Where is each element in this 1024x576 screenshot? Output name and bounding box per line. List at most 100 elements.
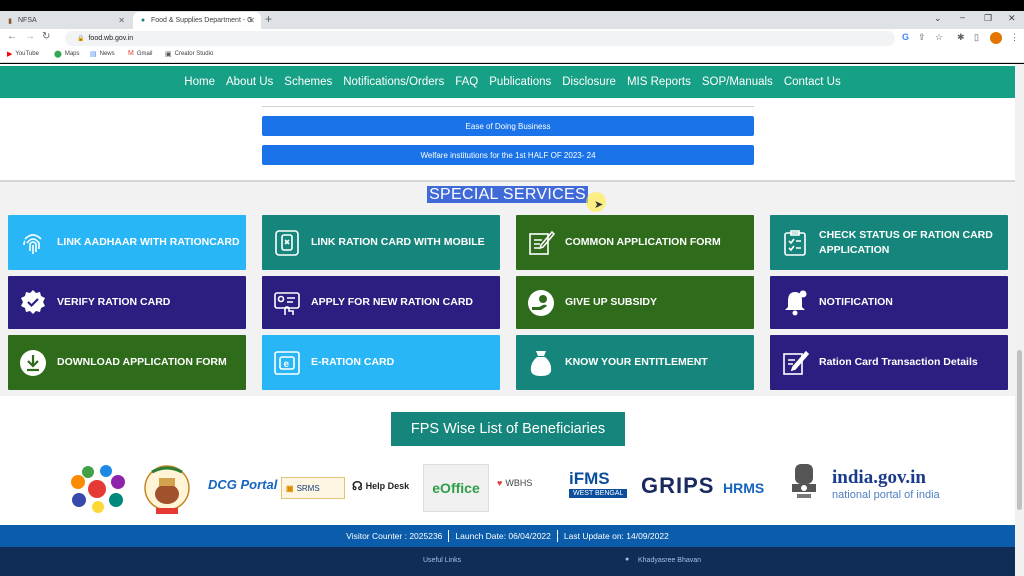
main-navigation: Home About Us Schemes Notifications/Orde… (0, 66, 1015, 98)
back-icon[interactable]: ← (7, 31, 17, 42)
download-icon (18, 348, 48, 378)
help-desk-logo[interactable]: ☊ Help Desk (352, 479, 409, 493)
card-label: VERIFY RATION CARD (57, 296, 171, 308)
bookmark-youtube[interactable]: ▶ YouTube (7, 50, 39, 58)
common-application-form-card[interactable]: COMMON APPLICATION FORM (516, 215, 754, 270)
verified-badge-icon (18, 288, 48, 318)
khadyasree-bhavan-text: Khadyasree Bhavan (638, 557, 702, 564)
india-gov-text: india.gov.in (832, 467, 926, 488)
grips-logo[interactable]: GRIPS (641, 473, 714, 499)
link-aadhaar-card[interactable]: LINK AADHAAR WITH RATIONCARD (8, 215, 246, 270)
scrollbar-thumb[interactable] (1017, 350, 1022, 510)
minimize-icon[interactable]: – (960, 12, 965, 22)
ifms-logo[interactable]: iFMS WEST BENGAL (569, 469, 628, 498)
card-label: NOTIFICATION (819, 296, 893, 308)
google-icon[interactable]: G (902, 32, 909, 42)
india-gov-logo[interactable]: india.gov.in national portal of india (832, 467, 940, 501)
card-label: CHECK STATUS OF RATION CARD APPLICATION (819, 228, 993, 256)
dcg-portal-logo[interactable]: DCG Portal (208, 477, 277, 492)
nav-notifications-orders[interactable]: Notifications/Orders (343, 76, 444, 88)
give-up-subsidy-card[interactable]: GIVE UP SUBSIDY (516, 276, 754, 329)
new-tab-icon[interactable]: + (265, 12, 272, 26)
special-services-heading: SPECIAL SERVICES (0, 186, 1015, 204)
bookmark-label: News (99, 51, 115, 57)
sack-icon (526, 348, 556, 378)
footer-links-area: Useful Links ● Khadyasree Bhavan (0, 547, 1015, 576)
bookmark-creator-studio[interactable]: ▣ Creator Studio (165, 50, 213, 58)
nav-schemes[interactable]: Schemes (284, 76, 332, 88)
tab-search-icon[interactable]: ⌄ (934, 13, 942, 24)
e-card-icon: e (272, 348, 302, 378)
forward-icon[interactable]: → (25, 31, 35, 42)
hrms-logo[interactable]: HRMS (723, 480, 764, 496)
form-pen-icon (526, 228, 556, 258)
help-desk-text: Help Desk (365, 481, 410, 491)
bell-icon (780, 288, 810, 318)
reload-icon[interactable]: ↻ (42, 31, 50, 42)
nav-publications[interactable]: Publications (489, 76, 551, 88)
nav-mis-reports[interactable]: MIS Reports (627, 76, 691, 88)
extensions-icon[interactable]: ✱ (957, 32, 965, 43)
srms-logo[interactable]: ▣ SRMS (281, 477, 345, 499)
food-department-logo[interactable] (66, 464, 128, 514)
url-field[interactable]: 🔒 food.wb.gov.in (65, 31, 895, 46)
bookmark-news[interactable]: ▤ News (90, 50, 115, 58)
creator-studio-icon: ▣ (165, 51, 172, 58)
menu-icon[interactable]: ⋮ (1010, 32, 1019, 43)
nav-sop-manuals[interactable]: SOP/Manuals (702, 76, 773, 88)
divider (556, 530, 558, 542)
tab-nfsa[interactable]: ▮ NFSA ✕ (0, 12, 131, 29)
india-gov-sub-text: national portal of india (832, 489, 940, 501)
fingerprint-icon (18, 228, 48, 258)
star-icon[interactable]: ☆ (935, 32, 943, 43)
download-application-form-card[interactable]: DOWNLOAD APPLICATION FORM (8, 335, 246, 390)
eoffice-logo[interactable]: eOffice (423, 464, 489, 512)
share-icon[interactable]: ⇪ (918, 32, 926, 43)
nav-about-us[interactable]: About Us (226, 76, 273, 88)
bookmark-gmail[interactable]: M Gmail (128, 50, 153, 57)
nav-disclosure[interactable]: Disclosure (562, 76, 616, 88)
restore-icon[interactable]: ❐ (984, 13, 992, 24)
sidepanel-icon[interactable]: ▯ (974, 32, 979, 43)
top-black-bar (0, 0, 1024, 11)
avatar[interactable] (990, 32, 1002, 44)
nfsa-favicon: ▮ (8, 17, 12, 25)
nav-contact-us[interactable]: Contact Us (784, 76, 841, 88)
mouse-cursor-icon: ➤ (594, 199, 604, 211)
footer-info-bar: Visitor Counter : 2025236 Launch Date: 0… (0, 525, 1015, 547)
khadya-sathi-logo[interactable] (144, 464, 190, 516)
wbhs-icon: ♥ (497, 478, 503, 488)
verify-ration-card[interactable]: VERIFY RATION CARD (8, 276, 246, 329)
apply-card-icon (272, 288, 302, 318)
wbhs-logo[interactable]: ♥ WBHS (497, 478, 532, 488)
tab-food-supplies[interactable]: ● Food & Supplies Department - G ✕ (133, 12, 261, 29)
maps-icon: ⬤ (54, 51, 62, 58)
news-icon: ▤ (90, 51, 97, 58)
nav-faq[interactable]: FAQ (455, 76, 478, 88)
location-icon: ● (625, 556, 630, 563)
ease-of-doing-business-link[interactable]: Ease of Doing Business (262, 116, 754, 136)
card-label: APPLY FOR NEW RATION CARD (311, 296, 473, 308)
bookmark-label: Gmail (136, 50, 153, 57)
close-window-icon[interactable]: ✕ (1008, 13, 1016, 24)
special-services-title: SPECIAL SERVICES (427, 186, 588, 203)
e-ration-card[interactable]: e E-RATION CARD (262, 335, 500, 390)
welfare-institutions-link[interactable]: Welfare institutions for the 1st HALF OF… (262, 145, 754, 165)
link-ration-mobile-card[interactable]: LINK RATION CARD WITH MOBILE (262, 215, 500, 270)
lock-icon: 🔒 (77, 36, 85, 42)
bookmark-label: YouTube (15, 51, 39, 57)
notification-card[interactable]: NOTIFICATION (770, 276, 1008, 329)
check-status-card[interactable]: CHECK STATUS OF RATION CARD APPLICATION (770, 215, 1008, 270)
nav-home[interactable]: Home (184, 76, 215, 88)
know-your-entitlement-card[interactable]: KNOW YOUR ENTITLEMENT (516, 335, 754, 390)
close-tab-icon[interactable]: ✕ (118, 16, 125, 25)
bookmark-maps[interactable]: ⬤ Maps (54, 50, 80, 58)
close-tab-icon[interactable]: ✕ (248, 16, 255, 25)
apply-new-ration-card[interactable]: APPLY FOR NEW RATION CARD (262, 276, 500, 329)
tab-label: Food & Supplies Department - G (151, 17, 253, 24)
grips-text: GRIPS (641, 473, 715, 498)
srms-text: SRMS (296, 483, 320, 493)
fps-wise-list-button[interactable]: FPS Wise List of Beneficiaries (391, 412, 625, 446)
ration-card-transaction-details-card[interactable]: Ration Card Transaction Details (770, 335, 1008, 390)
card-label: LINK AADHAAR WITH RATIONCARD (57, 236, 240, 248)
